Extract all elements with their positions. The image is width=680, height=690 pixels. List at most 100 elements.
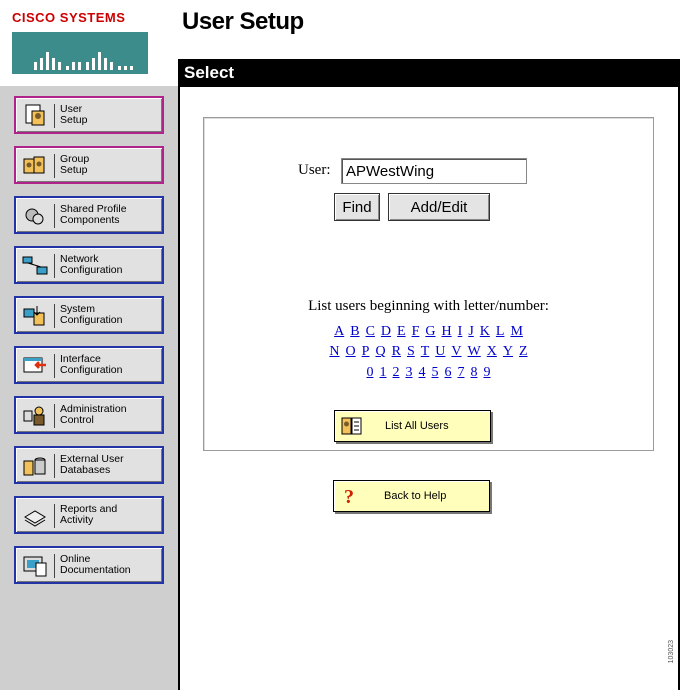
sidebar-item-label: Interface Configuration (60, 353, 123, 376)
list-all-users-label: List All Users (385, 420, 449, 432)
letter-link[interactable]: L (496, 324, 505, 339)
network-config-icon (22, 256, 48, 275)
number-link[interactable]: 1 (380, 365, 387, 380)
letter-link[interactable]: Y (503, 344, 513, 359)
letter-link[interactable]: E (397, 324, 406, 339)
logo-text: CISCO SYSTEMS (12, 10, 126, 25)
letter-link[interactable]: S (407, 344, 415, 359)
section-title: Select (184, 63, 235, 82)
group-setup-icon (23, 156, 45, 174)
sidebar-item-label: Reports and Activity (60, 503, 118, 526)
letter-link[interactable]: U (435, 344, 445, 359)
interface-config-icon (23, 357, 46, 373)
user-input[interactable] (341, 158, 527, 184)
user-list-icon (341, 417, 362, 435)
letter-link[interactable]: T (421, 344, 430, 359)
separator (54, 254, 55, 278)
separator (54, 454, 55, 478)
letter-row-n-z: NOPQRSTUVWXYZ (203, 344, 654, 360)
sidebar-item-online-documentation[interactable]: Online Documentation (14, 546, 164, 584)
list-all-users-button[interactable]: List All Users (334, 410, 491, 442)
sidebar-item-label: Group Setup (60, 153, 90, 176)
letter-link[interactable]: O (346, 344, 356, 359)
separator (54, 204, 55, 228)
sidebar-item-label: Network Configuration (60, 253, 123, 276)
number-link[interactable]: 7 (458, 365, 465, 380)
figure-code: 103023 (668, 640, 675, 664)
user-setup-icon (25, 104, 45, 126)
svg-text:?: ? (344, 486, 354, 507)
page-title: User Setup (182, 8, 304, 35)
number-link[interactable]: 5 (432, 365, 439, 380)
online-doc-icon (23, 556, 47, 577)
sidebar-item-label: Online Documentation (60, 553, 131, 576)
back-to-help-label: Back to Help (384, 490, 447, 502)
letter-link[interactable]: R (392, 344, 401, 359)
sidebar-item-network-configuration[interactable]: Network Configuration (14, 246, 164, 284)
number-link[interactable]: 9 (484, 365, 491, 380)
separator (54, 504, 55, 528)
separator (54, 304, 55, 328)
sidebar-item-group-setup[interactable]: Group Setup (14, 146, 164, 184)
external-db-icon (23, 457, 46, 476)
sidebar-item-user-setup[interactable]: User Setup (14, 96, 164, 134)
sidebar-item-shared-profile[interactable]: Shared Profile Components (14, 196, 164, 234)
sidebar-item-external-user-databases[interactable]: External User Databases (14, 446, 164, 484)
shared-profile-icon (25, 208, 44, 225)
letter-link[interactable]: N (329, 344, 339, 359)
letter-link[interactable]: P (362, 344, 370, 359)
letter-row-a-m: ABCDEFGHIJKLM (203, 324, 654, 340)
add-edit-button[interactable]: Add/Edit (388, 193, 490, 221)
number-link[interactable]: 3 (406, 365, 413, 380)
number-link[interactable]: 0 (367, 365, 374, 380)
user-label: User: (298, 162, 331, 178)
letter-link[interactable]: V (451, 344, 461, 359)
letter-link[interactable]: Z (519, 344, 528, 359)
letter-link[interactable]: C (366, 324, 375, 339)
separator (54, 154, 55, 178)
letter-link[interactable]: A (334, 324, 344, 339)
letter-link[interactable]: I (458, 324, 463, 339)
letter-link[interactable]: W (468, 344, 481, 359)
letter-link[interactable]: G (425, 324, 435, 339)
letter-link[interactable]: Q (375, 344, 385, 359)
sidebar-item-label: Administration Control (60, 403, 127, 426)
separator (54, 404, 55, 428)
letter-link[interactable]: J (468, 324, 473, 339)
question-mark-icon: ? (344, 486, 354, 507)
sidebar-item-interface-configuration[interactable]: Interface Configuration (14, 346, 164, 384)
list-heading: List users beginning with letter/number: (308, 298, 549, 314)
sidebar-item-administration-control[interactable]: Administration Control (14, 396, 164, 434)
separator (54, 354, 55, 378)
section-header: Select (178, 59, 680, 87)
system-config-icon (23, 306, 45, 326)
sidebar-item-label: System Configuration (60, 303, 123, 326)
find-button[interactable]: Find (334, 193, 380, 221)
letter-link[interactable]: X (487, 344, 497, 359)
logo-bars-icon (12, 32, 148, 74)
letter-link[interactable]: B (350, 324, 359, 339)
letter-link[interactable]: M (510, 324, 522, 339)
number-link[interactable]: 4 (419, 365, 426, 380)
admin-control-icon (23, 406, 45, 426)
cisco-logo: CISCO SYSTEMS (12, 10, 162, 74)
sidebar-item-label: User Setup (60, 103, 88, 126)
letter-link[interactable]: F (412, 324, 420, 339)
letter-link[interactable]: D (381, 324, 391, 339)
number-link[interactable]: 6 (445, 365, 452, 380)
sidebar-item-label: Shared Profile Components (60, 203, 127, 226)
sidebar-item-label: External User Databases (60, 453, 124, 476)
sidebar: User Setup Group Setup Shared Profile Co… (0, 86, 178, 690)
content-left-border (178, 87, 180, 690)
letter-link[interactable]: H (442, 324, 452, 339)
number-link[interactable]: 2 (393, 365, 400, 380)
sidebar-item-reports-and-activity[interactable]: Reports and Activity (14, 496, 164, 534)
number-link[interactable]: 8 (471, 365, 478, 380)
separator (54, 104, 55, 128)
reports-icon (24, 510, 46, 527)
sidebar-item-system-configuration[interactable]: System Configuration (14, 296, 164, 334)
letter-link[interactable]: K (480, 324, 490, 339)
back-to-help-button[interactable]: ? Back to Help (333, 480, 490, 512)
number-row-0-9: 0123456789 (203, 365, 654, 381)
separator (54, 554, 55, 578)
